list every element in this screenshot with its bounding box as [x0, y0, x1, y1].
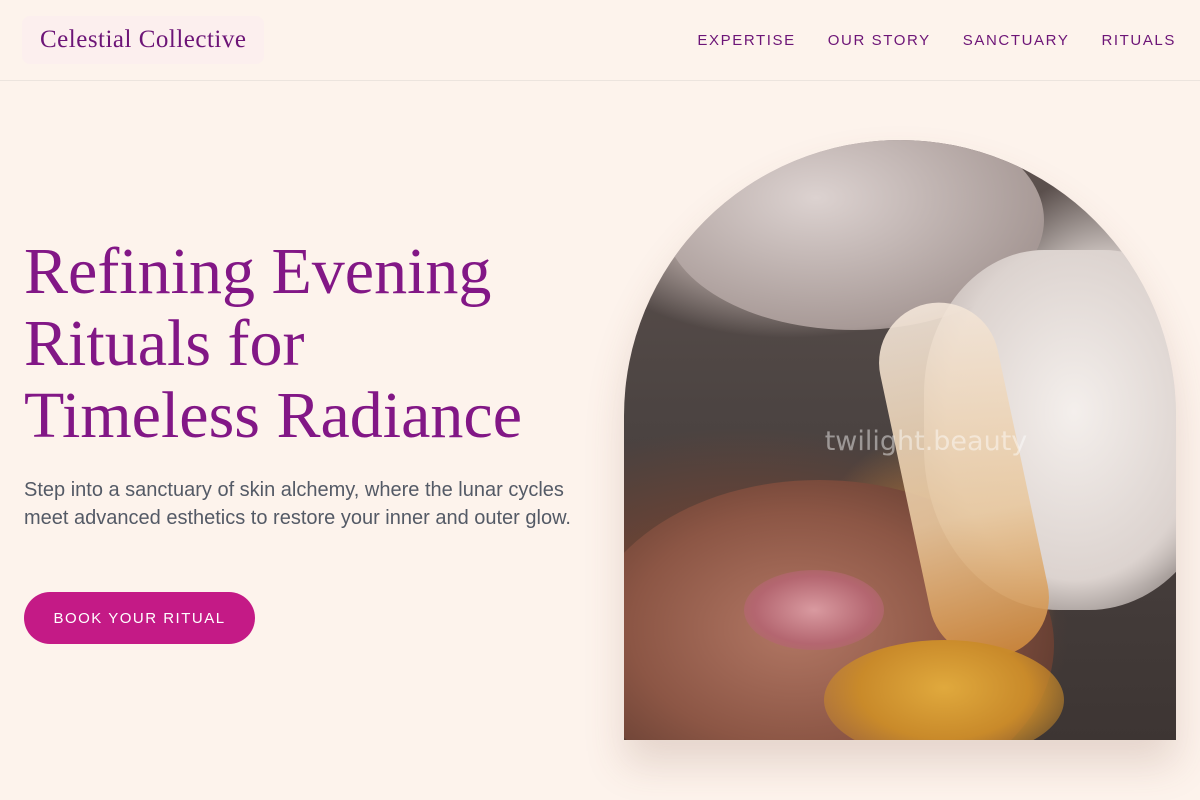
hero-title-line: Rituals for [24, 307, 305, 380]
main-nav: EXPERTISE OUR STORY SANCTUARY RITUALS [697, 32, 1176, 49]
site-header: Celestial Collective EXPERTISE OUR STORY… [0, 0, 1200, 81]
image-watermark: twilight.beauty [824, 426, 1028, 457]
brand-logo[interactable]: Celestial Collective [22, 16, 265, 64]
hero-title-line: Timeless Radiance [24, 379, 522, 452]
hero-subtitle: Step into a sanctuary of skin alchemy, w… [24, 479, 571, 529]
nav-link-sanctuary[interactable]: SANCTUARY [963, 32, 1070, 49]
lips-illustration [744, 570, 884, 650]
nav-link-our-story[interactable]: OUR STORY [828, 32, 931, 49]
hero-image: twilight.beauty [624, 140, 1176, 740]
hero-title-line: Refining Evening [24, 235, 492, 308]
hero-title: Refining Evening Rituals for Timeless Ra… [24, 236, 624, 452]
book-ritual-button[interactable]: BOOK YOUR RITUAL [24, 592, 255, 644]
nav-link-expertise[interactable]: EXPERTISE [697, 32, 795, 49]
nav-link-rituals[interactable]: RITUALS [1101, 32, 1176, 49]
